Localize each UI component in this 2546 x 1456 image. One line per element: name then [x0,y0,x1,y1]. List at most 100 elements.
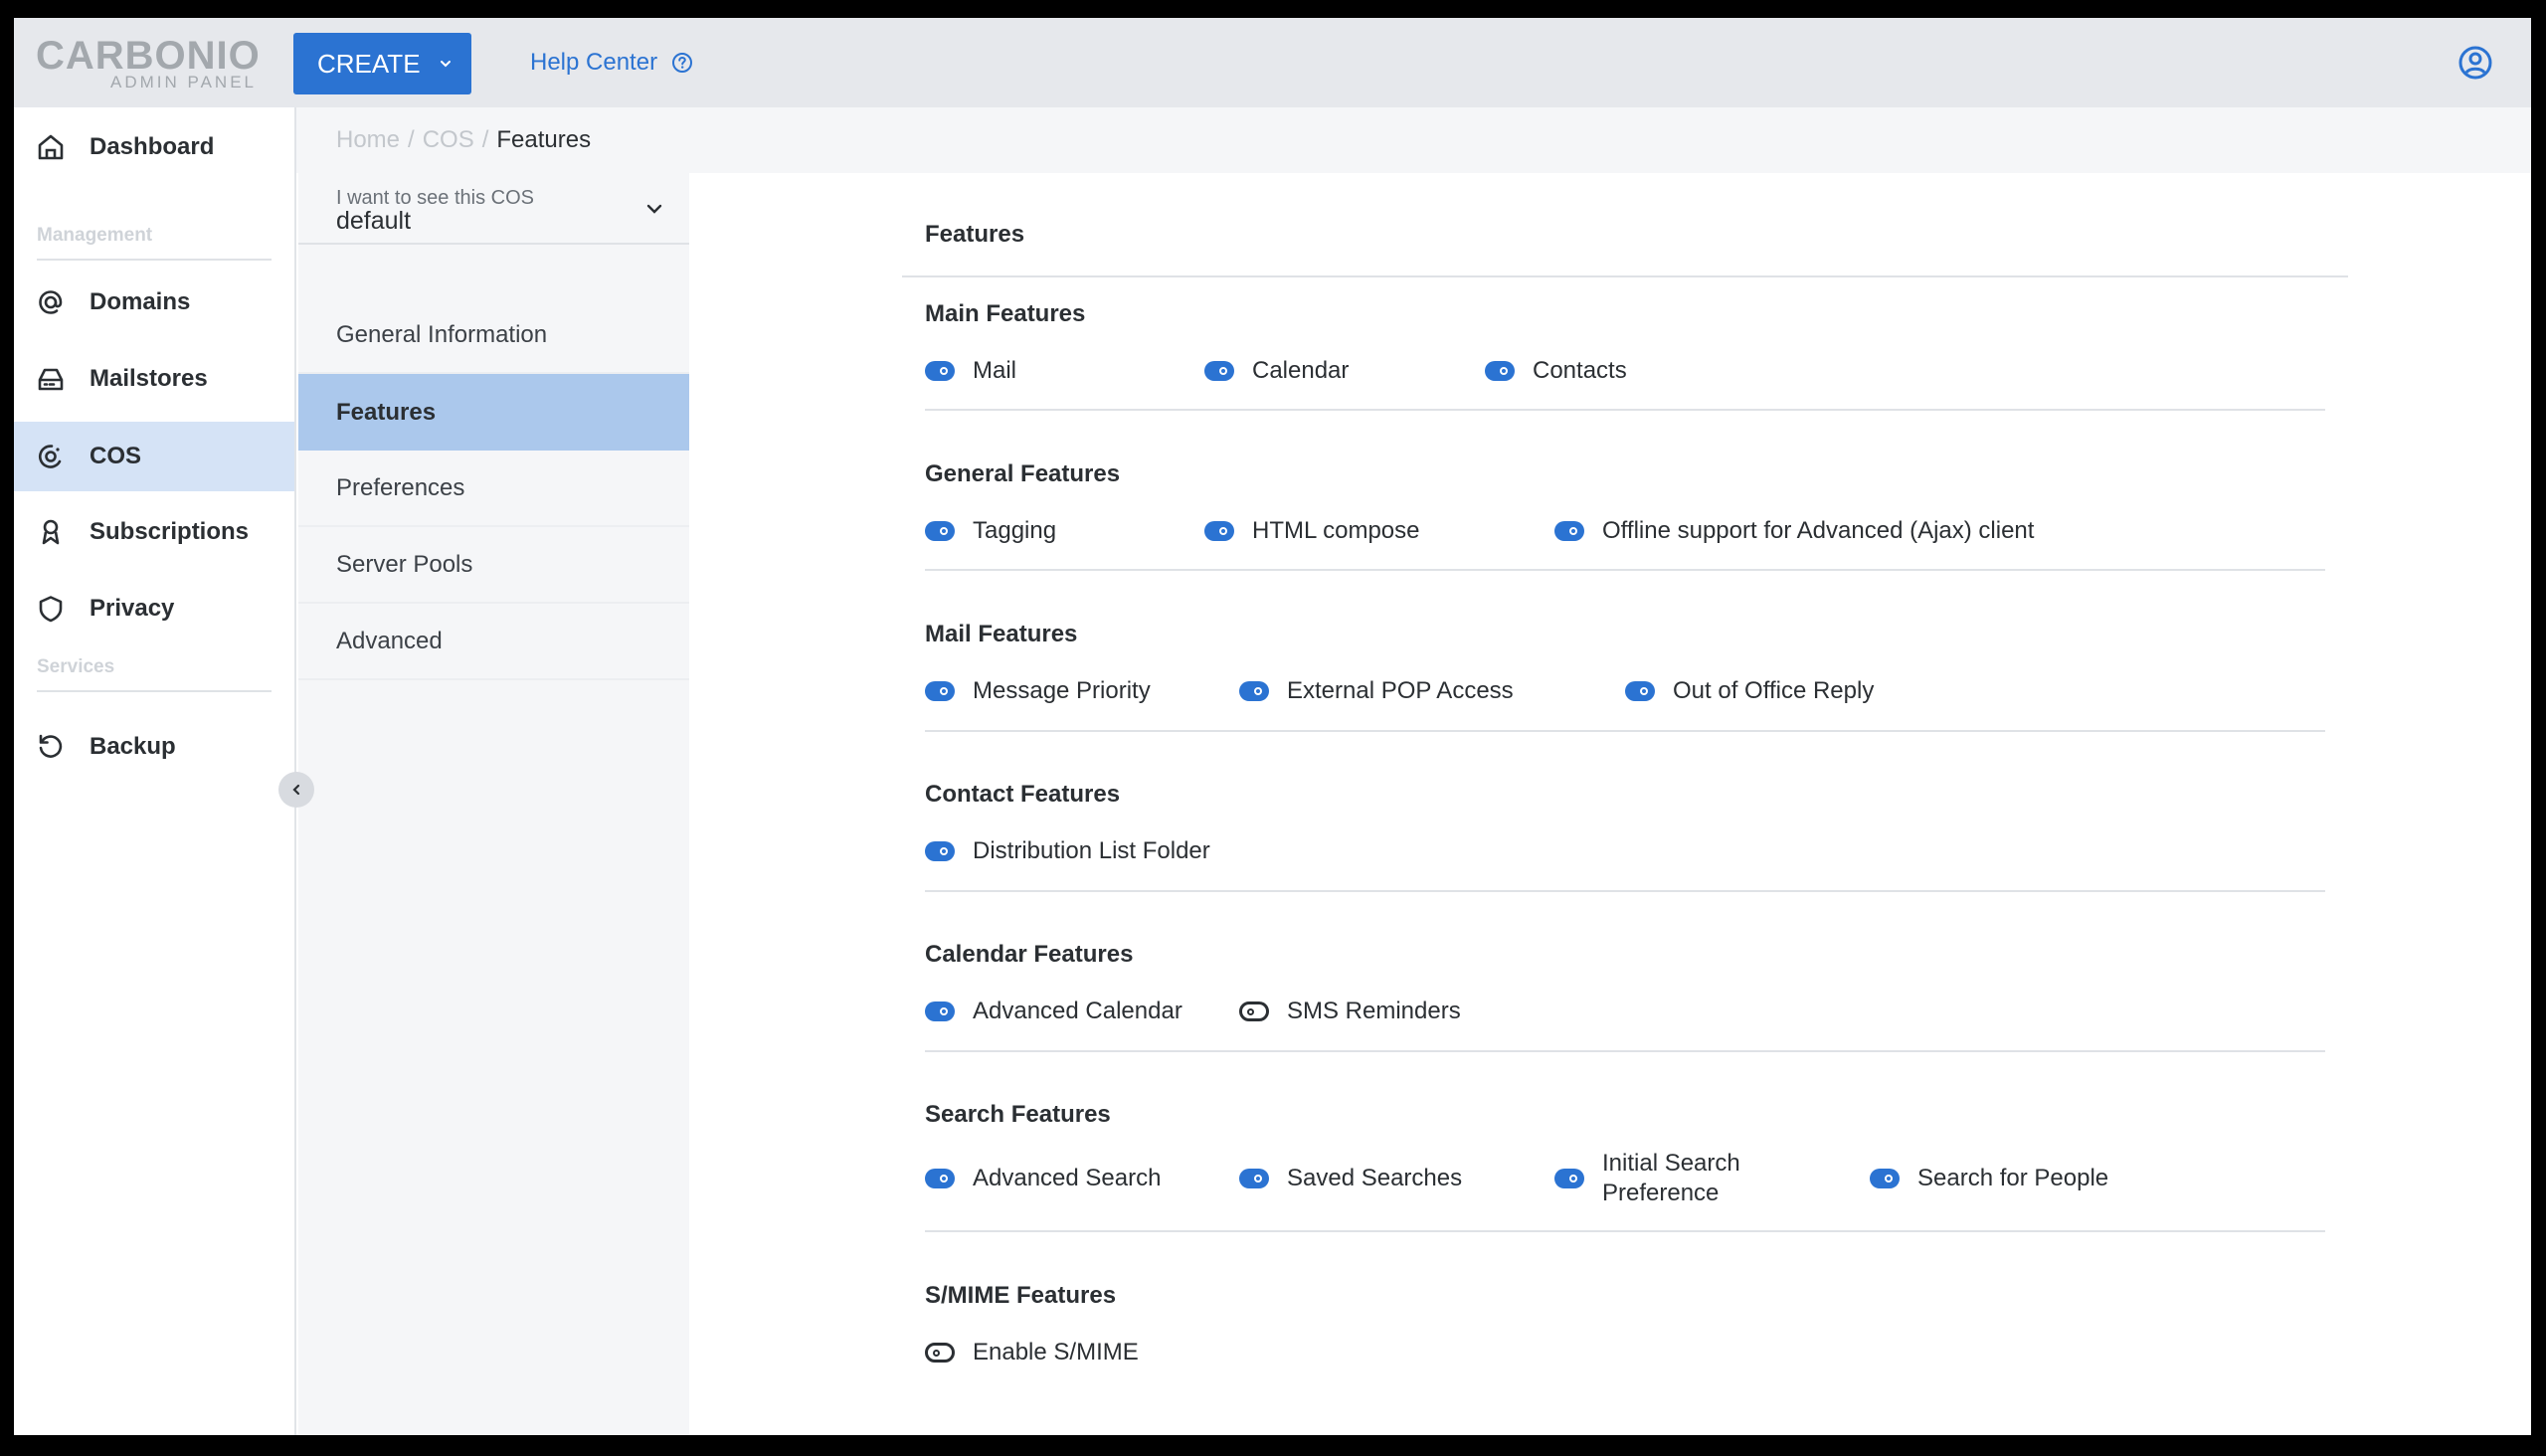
award-icon [36,517,66,547]
sidebar-item-label: Domains [90,288,191,315]
feature-label: Advanced Calendar [973,998,1182,1024]
feature-label: Distribution List Folder [973,837,1210,864]
subnav-advanced[interactable]: Advanced [298,604,689,680]
sidebar-item-cos[interactable]: COS [14,422,294,491]
create-button[interactable]: CREATE [293,33,471,94]
feature-toggle-mail[interactable]: Mail [925,356,1016,386]
section-title: S/MIME Features [925,1282,1117,1309]
logo-subtitle: ADMIN PANEL [110,73,257,91]
toggle-on-icon[interactable] [1625,681,1655,701]
section-title: Main Features [925,300,1086,327]
toggle-on-icon[interactable] [925,361,955,381]
features-content: Features Main Features Mail Calendar Con… [689,173,2531,1435]
sidebar-item-mailstores[interactable]: Mailstores [14,344,294,414]
help-center-link[interactable]: Help Center [530,18,693,107]
toggle-on-icon[interactable] [1204,361,1234,381]
feature-toggle-html-compose[interactable]: HTML compose [1204,516,1420,546]
cos-select[interactable]: I want to see this COS default [298,173,689,245]
breadcrumb-separator: / [481,126,489,153]
toggle-on-icon[interactable] [1870,1169,1900,1188]
subnav-preferences[interactable]: Preferences [298,451,689,527]
sidebar-item-dashboard[interactable]: Dashboard [14,112,294,182]
feature-toggle-advanced-calendar[interactable]: Advanced Calendar [925,997,1182,1026]
feature-label: Calendar [1252,357,1350,384]
feature-toggle-sms-reminders[interactable]: SMS Reminders [1239,997,1461,1026]
feature-toggle-saved-searches[interactable]: Saved Searches [1239,1164,1462,1193]
feature-label: Out of Office Reply [1673,677,1875,704]
toggle-on-icon[interactable] [925,841,955,861]
main-sidebar: Dashboard Management Domains Mailstores … [14,107,296,1435]
collapse-sidebar-button[interactable] [278,772,314,808]
breadcrumb-separator: / [408,126,415,153]
feature-label: External POP Access [1287,677,1514,704]
feature-label: Initial Search Preference [1602,1150,1740,1206]
feature-label: Advanced Search [973,1165,1162,1191]
user-account-icon[interactable] [2457,45,2493,81]
toggle-on-icon[interactable] [925,1169,955,1188]
feature-toggle-advanced-search[interactable]: Advanced Search [925,1164,1161,1193]
section-title: Contact Features [925,781,1121,808]
subnav-general-information[interactable]: General Information [298,297,689,374]
toggle-off-icon[interactable] [1239,1001,1269,1021]
sidebar-item-label: Backup [90,733,176,760]
toggle-on-icon[interactable] [925,521,955,541]
sidebar-item-label: COS [90,443,142,469]
sidebar-section-services: Services [37,656,272,692]
sidebar-item-label: Dashboard [90,133,215,160]
sidebar-item-subscriptions[interactable]: Subscriptions [14,497,294,567]
feature-label: SMS Reminders [1287,998,1461,1024]
breadcrumb: Home / COS / Features [336,107,591,173]
toggle-on-icon[interactable] [1204,521,1234,541]
feature-label: Saved Searches [1287,1165,1463,1191]
feature-toggle-search-for-people[interactable]: Search for People [1870,1164,2108,1193]
cos-select-value: default [336,207,412,235]
at-sign-icon [36,287,66,317]
toggle-on-icon[interactable] [1239,681,1269,701]
sidebar-item-label: Privacy [90,595,175,622]
section-title: Calendar Features [925,941,1134,968]
breadcrumb-cos[interactable]: COS [423,126,474,154]
feature-toggle-tagging[interactable]: Tagging [925,516,1056,546]
sidebar-item-domains[interactable]: Domains [14,268,294,337]
feature-label: Tagging [973,517,1057,544]
feature-toggle-contacts[interactable]: Contacts [1485,356,1627,386]
toggle-off-icon[interactable] [925,1343,955,1363]
subnav-features[interactable]: Features [298,374,689,451]
sidebar-item-backup[interactable]: Backup [14,712,294,782]
toggle-on-icon[interactable] [1239,1169,1269,1188]
feature-toggle-offline-support[interactable]: Offline support for Advanced (Ajax) clie… [1554,516,2034,546]
feature-toggle-distribution-list-folder[interactable]: Distribution List Folder [925,836,1210,866]
sidebar-item-privacy[interactable]: Privacy [14,574,294,643]
page-title: Features [925,221,1025,248]
toggle-on-icon[interactable] [1554,1169,1584,1188]
feature-toggle-calendar[interactable]: Calendar [1204,356,1349,386]
toggle-on-icon[interactable] [1485,361,1515,381]
cos-select-caption: I want to see this COS [336,187,534,209]
hard-drive-icon [36,364,66,394]
chevron-down-icon [644,199,664,219]
subnav-server-pools[interactable]: Server Pools [298,527,689,604]
feature-label: HTML compose [1252,517,1420,544]
shield-icon [36,594,66,624]
toggle-on-icon[interactable] [925,1001,955,1021]
toggle-on-icon[interactable] [1554,521,1584,541]
section-title: General Features [925,460,1121,487]
feature-toggle-external-pop-access[interactable]: External POP Access [1239,676,1514,706]
help-center-label: Help Center [530,49,658,76]
feature-toggle-message-priority[interactable]: Message Priority [925,676,1151,706]
carbonio-logo[interactable]: CARBONIO ADMIN PANEL [36,34,260,91]
breadcrumb-home[interactable]: Home [336,126,400,154]
title-divider [902,275,2348,277]
section-divider [925,1050,2325,1052]
feature-toggle-enable-smime[interactable]: Enable S/MIME [925,1338,1139,1367]
toggle-on-icon[interactable] [925,681,955,701]
section-title: Mail Features [925,621,1078,647]
refresh-icon [36,732,66,762]
section-divider [925,730,2325,732]
feature-toggle-out-of-office-reply[interactable]: Out of Office Reply [1625,676,1874,706]
top-bar: CARBONIO ADMIN PANEL CREATE Help Center [14,18,2531,107]
feature-label: Enable S/MIME [973,1339,1139,1365]
breadcrumb-bar: Home / COS / Features [296,107,2531,173]
cos-detail-nav: I want to see this COS default General I… [298,173,689,1435]
feature-toggle-initial-search-preference[interactable]: Initial Search Preference [1554,1149,1751,1208]
